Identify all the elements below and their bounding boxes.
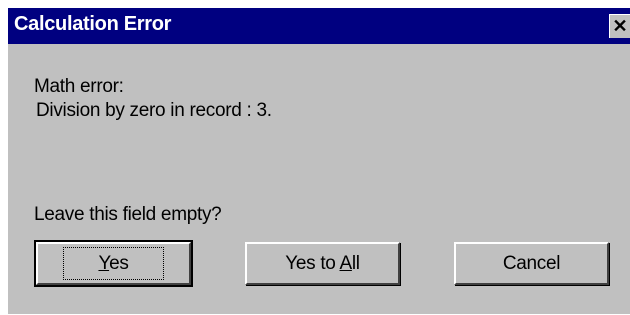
error-message-line2: Division by zero in record : 3. [36, 100, 272, 121]
cancel-button[interactable]: Cancel [454, 242, 609, 285]
title-bar[interactable]: Calculation Error ✕ [8, 8, 630, 44]
dialog-title: Calculation Error [14, 13, 172, 35]
focus-rectangle: Yes [63, 247, 164, 280]
yes-to-all-button[interactable]: Yes to All [245, 242, 400, 285]
close-icon[interactable]: ✕ [609, 14, 630, 38]
question-text: Leave this field empty? [34, 204, 222, 225]
calculation-error-dialog: Calculation Error ✕ Math error: Division… [6, 6, 630, 314]
all-mnemonic: A [339, 253, 353, 274]
yes-button[interactable]: Yes [34, 240, 193, 287]
error-message-line1: Math error: [34, 76, 124, 97]
yes-mnemonic: Y [98, 253, 110, 274]
